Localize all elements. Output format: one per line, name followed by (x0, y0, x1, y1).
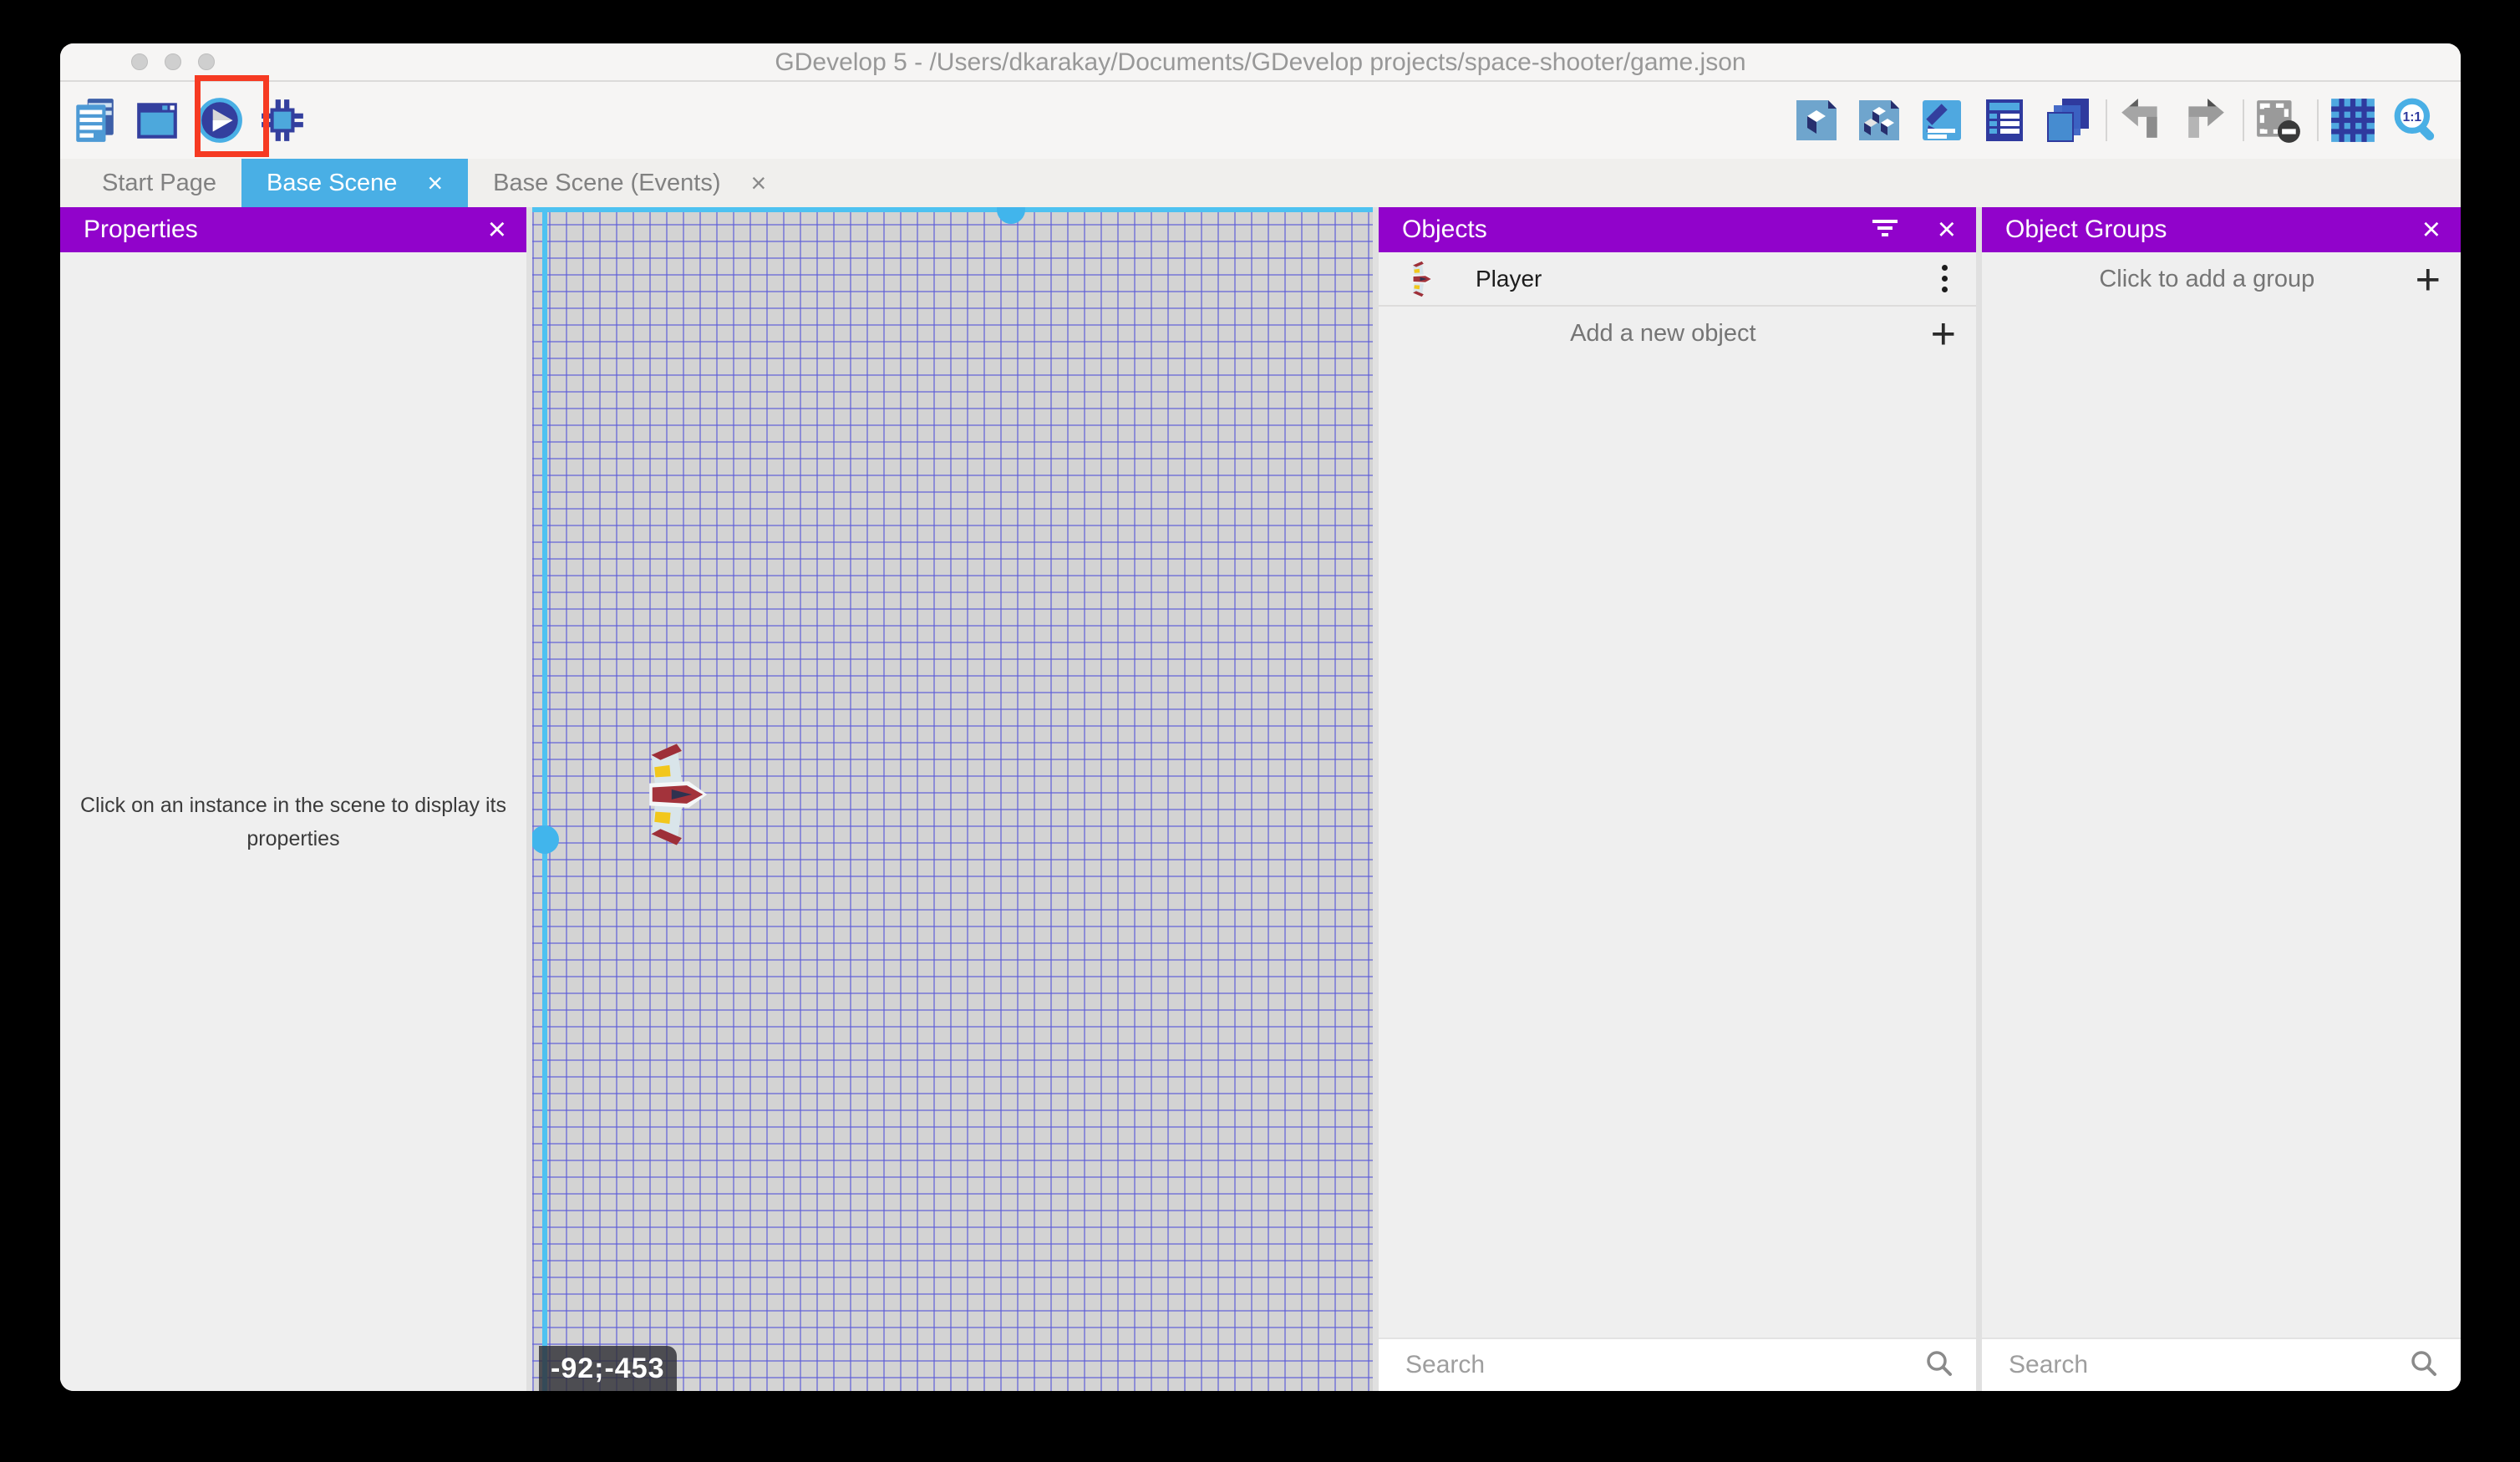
project-manager-button[interactable] (70, 96, 119, 145)
tab-label: Base Scene (Events) (493, 170, 720, 197)
search-icon (1924, 1348, 1954, 1383)
search-icon (2409, 1348, 2439, 1383)
plus-icon: + (2416, 258, 2441, 302)
scene-canvas[interactable]: -92;-453 (532, 207, 1373, 1391)
groups-search-bar (1982, 1338, 2461, 1391)
object-name: Player (1476, 266, 1941, 292)
tab-base-scene-events[interactable]: Base Scene (Events) × (468, 159, 791, 207)
open-properties-panel-button[interactable] (1918, 96, 1966, 145)
tab-close-icon[interactable]: × (751, 170, 767, 196)
objects-search-input[interactable] (1404, 1350, 1924, 1380)
open-object-groups-panel-button[interactable] (1855, 96, 1903, 145)
tab-close-icon[interactable]: × (427, 170, 443, 196)
properties-panel-header: Properties × (60, 207, 526, 252)
toggle-mask-button[interactable] (2254, 96, 2303, 145)
scene-border-handle-top[interactable] (997, 207, 1025, 224)
layers-panel-icon (2044, 97, 2091, 144)
properties-panel-body: Click on an instance in the scene to dis… (60, 252, 526, 1391)
close-icon[interactable]: × (488, 214, 506, 246)
plus-icon: + (1931, 312, 1956, 356)
properties-empty-message: Click on an instance in the scene to dis… (60, 789, 526, 855)
objects-panel-icon (1793, 97, 1840, 144)
cursor-coordinates-tooltip: -92;-453 (539, 1346, 677, 1391)
objects-panel-header: Objects × (1379, 207, 1976, 252)
groups-search-input[interactable] (2007, 1350, 2409, 1380)
tab-start-page[interactable]: Start Page (77, 159, 241, 207)
toolbar-separator (2317, 99, 2319, 141)
panel-title: Object Groups (2005, 216, 2167, 244)
toggle-mask-icon (2254, 95, 2303, 145)
open-layers-panel-button[interactable] (2043, 96, 2091, 145)
objects-search-bar (1379, 1338, 1976, 1391)
play-button-highlight (195, 75, 269, 157)
scene-window-icon (133, 96, 181, 145)
add-group-row[interactable]: Click to add a group + (1982, 252, 2461, 307)
editor-content: Properties × Click on an instance in the… (60, 207, 2461, 1391)
undo-button[interactable] (2117, 96, 2166, 145)
undo-icon (2117, 96, 2166, 145)
properties-panel: Properties × Click on an instance in the… (60, 207, 526, 1391)
add-object-row[interactable]: Add a new object + (1379, 307, 1976, 361)
scene-border-handle-left[interactable] (532, 825, 559, 854)
player-ship-sprite[interactable] (638, 742, 708, 847)
main-toolbar: 1:1 (60, 82, 2461, 159)
object-groups-panel: Object Groups × Click to add a group + (1982, 207, 2461, 1391)
object-groups-panel-icon (1856, 97, 1903, 144)
gdevelop-window: GDevelop 5 - /Users/dkarakay/Documents/G… (60, 43, 2461, 1391)
scene-window-border-left (542, 207, 547, 1391)
panel-title: Properties (84, 216, 198, 244)
zoom-original-button[interactable]: 1:1 (2391, 96, 2440, 145)
tab-label: Start Page (102, 170, 216, 197)
toolbar-separator (2243, 99, 2244, 141)
tab-label: Base Scene (267, 170, 397, 197)
editor-tabs: Start Page Base Scene × Base Scene (Even… (60, 159, 2461, 207)
object-row-player[interactable]: Player (1379, 252, 1976, 307)
close-icon[interactable]: × (1938, 214, 1956, 246)
toggle-grid-button[interactable] (2329, 96, 2377, 145)
filter-icon[interactable] (1871, 216, 1899, 244)
player-object-thumbnail (1402, 261, 1439, 297)
panel-title: Objects (1402, 216, 1487, 244)
title-bar: GDevelop 5 - /Users/dkarakay/Documents/G… (60, 43, 2461, 82)
instances-list-icon (1981, 97, 2028, 144)
open-objects-panel-button[interactable] (1792, 96, 1841, 145)
open-instances-list-button[interactable] (1980, 96, 2029, 145)
redo-icon (2180, 96, 2228, 145)
window-title: GDevelop 5 - /Users/dkarakay/Documents/G… (60, 43, 2461, 80)
close-icon[interactable]: × (2422, 214, 2441, 246)
add-group-label: Click to add a group (2005, 266, 2409, 293)
object-groups-panel-header: Object Groups × (1982, 207, 2461, 252)
toggle-grid-icon (2329, 96, 2377, 145)
svg-text:1:1: 1:1 (2403, 110, 2422, 124)
scene-editor-button[interactable] (133, 96, 181, 145)
project-manager-icon (70, 96, 119, 145)
desktop-background: GDevelop 5 - /Users/dkarakay/Documents/G… (0, 0, 2520, 1462)
toolbar-separator (2106, 99, 2107, 141)
add-object-label: Add a new object (1402, 320, 1924, 348)
tab-base-scene[interactable]: Base Scene × (241, 159, 468, 207)
redo-button[interactable] (2180, 96, 2228, 145)
properties-panel-icon (1918, 97, 1965, 144)
zoom-1-1-icon: 1:1 (2391, 95, 2440, 145)
objects-panel: Objects × Player (1379, 207, 1976, 1391)
more-options-icon[interactable] (1941, 265, 1948, 292)
scene-window-border-top (532, 207, 1373, 212)
